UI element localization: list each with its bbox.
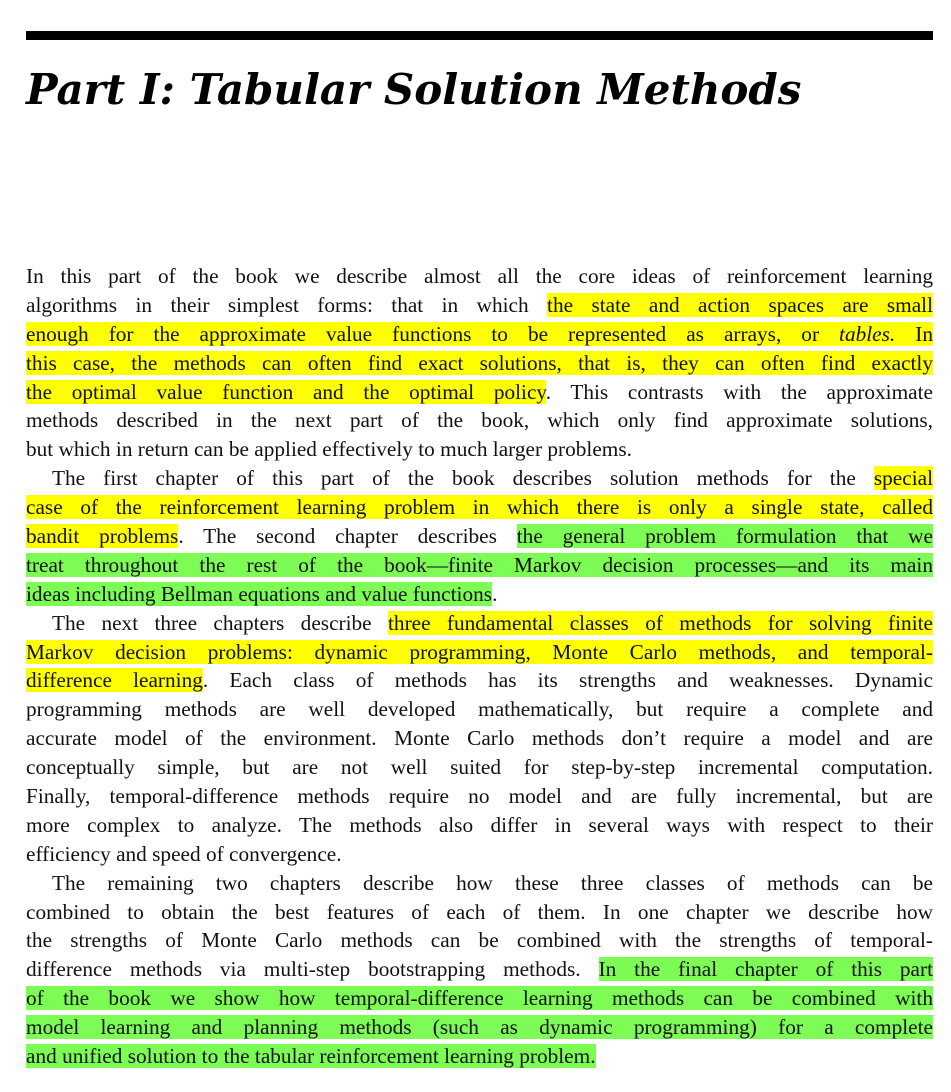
- text-line: Finally, temporal-difference methods req…: [26, 782, 933, 811]
- text-line: programming methods are well developed m…: [26, 695, 933, 724]
- paragraph-4: The remaining two chapters describe how …: [26, 869, 934, 1071]
- text-span: . The second chapter describes: [178, 524, 517, 549]
- text-line: efficiency and speed of convergence.: [26, 840, 933, 869]
- paragraph-2: The first chapter of this part of the bo…: [26, 464, 934, 609]
- text-span: difference methods via multi-step bootst…: [26, 957, 599, 982]
- green-highlight: ideas including Bellman equations and va…: [26, 581, 493, 606]
- text-line: enough for the approximate value functio…: [26, 320, 933, 349]
- top-rule: [26, 31, 933, 40]
- paragraph-1: In this part of the book we describe alm…: [26, 262, 933, 464]
- text-line: more complex to analyze. The methods als…: [26, 811, 933, 840]
- text-span: The next three chapters describe: [52, 610, 388, 635]
- text-line: difference methods via multi-step bootst…: [26, 955, 934, 984]
- text-span: efficiency and speed of convergence.: [26, 841, 342, 866]
- text-line: of the book we show how temporal-differe…: [26, 984, 933, 1013]
- text-line: The first chapter of this part of the bo…: [26, 464, 933, 493]
- text-line: and unified solution to the tabular rein…: [26, 1042, 933, 1071]
- text-span: programming methods are well developed m…: [26, 697, 933, 722]
- text-span: Finally, temporal-difference methods req…: [26, 784, 933, 809]
- text-line: model learning and planning methods (suc…: [26, 1013, 933, 1042]
- text-line: In this part of the book we describe alm…: [26, 262, 933, 291]
- text-line: bandit problems. The second chapter desc…: [26, 522, 934, 551]
- text-span: The remaining two chapters describe how …: [52, 870, 933, 895]
- yellow-highlight: enough for the approximate value functio…: [26, 321, 933, 346]
- italic-term: tables.: [839, 321, 896, 346]
- text-line: difference learning. Each class of metho…: [26, 666, 933, 695]
- text-span: . Each class of methods has its strength…: [202, 668, 933, 693]
- text-span: enough for the approximate value functio…: [26, 321, 840, 346]
- text-span: conceptually simple, but are not well su…: [26, 755, 933, 780]
- text-line: case of the reinforcement learning probl…: [26, 493, 933, 522]
- yellow-highlight: the optimal value function and the optim…: [26, 379, 546, 404]
- green-highlight: the general problem formulation that we: [516, 524, 934, 549]
- text-span: but which in return can be applied effec…: [26, 437, 632, 462]
- yellow-highlight: special: [873, 466, 933, 491]
- green-highlight: In the final chapter of this part: [598, 957, 934, 982]
- text-line: the strengths of Monte Carlo methods can…: [26, 926, 933, 955]
- text-line: but which in return can be applied effec…: [26, 435, 933, 464]
- green-highlight: and unified solution to the tabular rein…: [26, 1044, 596, 1069]
- text-line: conceptually simple, but are not well su…: [26, 753, 933, 782]
- text-line: methods described in the next part of th…: [26, 406, 933, 435]
- text-line: this case, the methods can often find ex…: [26, 349, 933, 378]
- yellow-highlight: Markov decision problems: dynamic progra…: [26, 639, 933, 664]
- yellow-highlight: bandit problems: [26, 524, 179, 549]
- text-span: algorithms in their simplest forms: that…: [26, 292, 548, 317]
- text-line: combined to obtain the best features of …: [26, 898, 933, 927]
- green-highlight: model learning and planning methods (suc…: [26, 1015, 933, 1040]
- text-line: The remaining two chapters describe how …: [26, 869, 933, 898]
- yellow-highlight: three fundamental classes of methods for…: [388, 610, 933, 635]
- green-highlight: treat throughout the rest of the book—fi…: [26, 552, 933, 577]
- text-span: . This contrasts with the approximate: [545, 379, 933, 404]
- text-span: more complex to analyze. The methods als…: [26, 812, 933, 837]
- green-highlight: of the book we show how temporal-differe…: [26, 986, 933, 1011]
- text-span: In: [895, 321, 933, 346]
- part-title: Part I: Tabular Solution Methods: [26, 65, 802, 114]
- text-line: accurate model of the environment. Monte…: [26, 724, 933, 753]
- yellow-highlight: the state and action spaces are small: [547, 292, 933, 317]
- yellow-highlight: this case, the methods can often find ex…: [26, 350, 933, 375]
- text-span: combined to obtain the best features of …: [26, 899, 933, 924]
- text-span: The first chapter of this part of the bo…: [52, 466, 874, 491]
- yellow-highlight: case of the reinforcement learning probl…: [26, 495, 933, 520]
- text-line: the optimal value function and the optim…: [26, 378, 933, 407]
- text-span: accurate model of the environment. Monte…: [26, 726, 933, 751]
- body-text: In this part of the book we describe alm…: [26, 262, 934, 1071]
- text-span: In this part of the book we describe alm…: [26, 264, 933, 288]
- paragraph-3: The next three chapters describe three f…: [26, 609, 933, 869]
- yellow-highlight: difference learning: [26, 668, 203, 693]
- text-span: .: [492, 581, 498, 606]
- text-span: the strengths of Monte Carlo methods can…: [26, 928, 933, 953]
- text-line: algorithms in their simplest forms: that…: [26, 291, 933, 320]
- text-line: treat throughout the rest of the book—fi…: [26, 551, 933, 580]
- text-span: methods described in the next part of th…: [26, 408, 933, 433]
- text-line: The next three chapters describe three f…: [26, 609, 933, 638]
- text-line: ideas including Bellman equations and va…: [26, 580, 933, 609]
- text-line: Markov decision problems: dynamic progra…: [26, 638, 933, 667]
